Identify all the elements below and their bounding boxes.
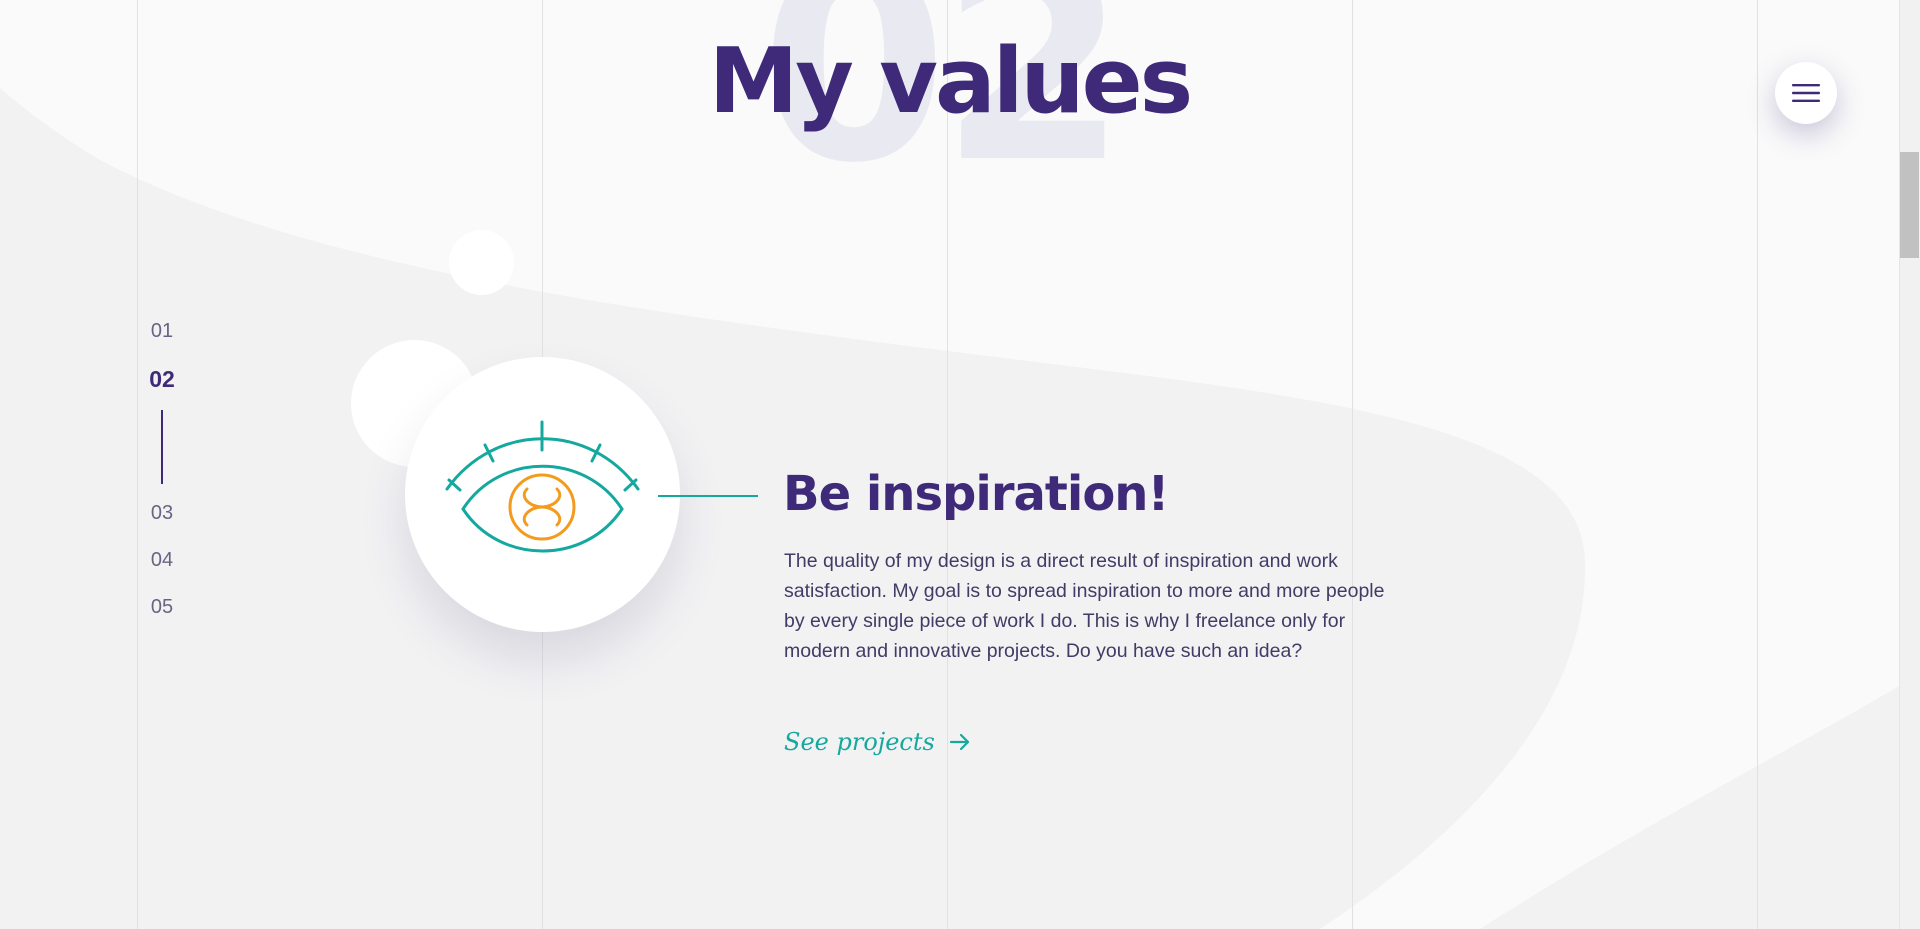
see-projects-label: See projects <box>784 728 935 756</box>
nav-item-02[interactable]: 02 <box>130 366 194 393</box>
nav-item-03[interactable]: 03 <box>130 502 194 525</box>
decorative-circle-small <box>449 230 514 295</box>
value-description: The quality of my design is a direct res… <box>784 550 1385 662</box>
arrow-right-icon <box>949 733 969 751</box>
grid-line <box>137 0 138 929</box>
value-icon-circle <box>405 357 680 632</box>
nav-item-01[interactable]: 01 <box>130 320 194 343</box>
menu-button[interactable] <box>1775 62 1837 124</box>
active-section-indicator <box>161 410 163 484</box>
eye-icon <box>445 420 640 553</box>
hamburger-icon <box>1792 84 1820 102</box>
value-heading: Be inspiration! <box>783 466 1169 522</box>
see-projects-link[interactable]: See projects <box>784 728 971 756</box>
grid-line <box>1757 0 1758 929</box>
values-page: 02 My values 01 02 03 04 05 Be inspirati… <box>0 0 1920 929</box>
connector-line <box>658 495 758 497</box>
nav-item-05[interactable]: 05 <box>130 596 194 619</box>
scrollbar-thumb[interactable] <box>1900 152 1919 258</box>
page-title: My values <box>708 29 1194 134</box>
grid-line <box>1352 0 1353 929</box>
nav-item-04[interactable]: 04 <box>130 549 194 572</box>
scrollbar-track[interactable] <box>1899 0 1920 929</box>
